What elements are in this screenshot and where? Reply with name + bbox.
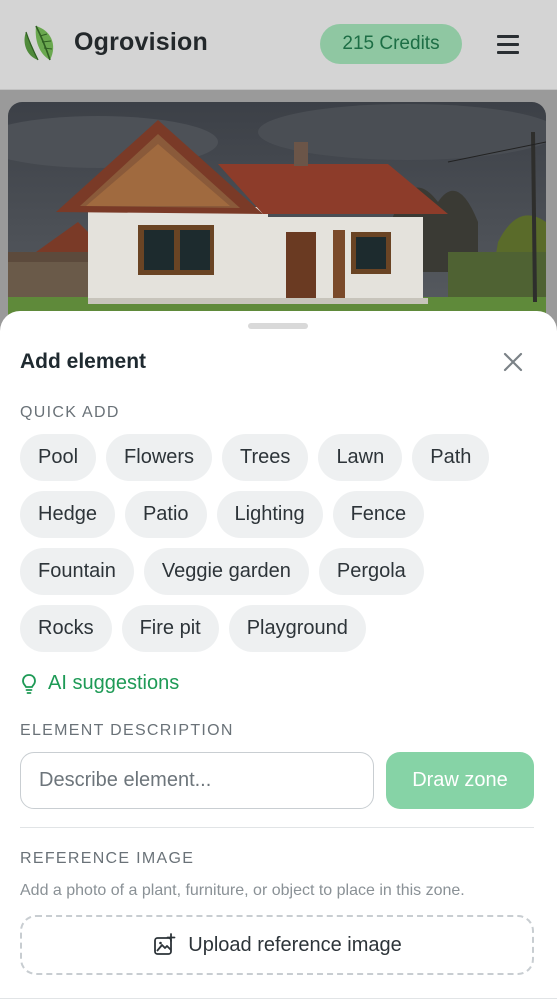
- credits-badge[interactable]: 215 Credits: [320, 24, 462, 64]
- ai-suggestions-label: AI suggestions: [48, 672, 180, 694]
- draw-zone-button[interactable]: Draw zone: [386, 752, 534, 809]
- chip-patio[interactable]: Patio: [124, 491, 207, 538]
- chip-pergola[interactable]: Pergola: [318, 548, 424, 595]
- sheet-bottom-divider: [0, 998, 557, 999]
- upload-reference-image-label: Upload reference image: [188, 933, 402, 956]
- quick-add-label: QUICK ADD: [20, 404, 120, 421]
- chip-veggie-garden[interactable]: Veggie garden: [143, 548, 309, 595]
- chip-rocks[interactable]: Rocks: [20, 605, 112, 652]
- chip-fountain[interactable]: Fountain: [20, 548, 134, 595]
- close-icon[interactable]: [500, 349, 526, 375]
- chip-pool[interactable]: Pool: [20, 434, 97, 481]
- chip-path[interactable]: Path: [412, 434, 490, 481]
- chip-lawn[interactable]: Lawn: [318, 434, 403, 481]
- ai-suggestions-link[interactable]: AI suggestions: [20, 672, 179, 695]
- add-image-icon: [154, 933, 176, 955]
- chip-fire-pit[interactable]: Fire pit: [121, 605, 219, 652]
- chip-flowers[interactable]: Flowers: [106, 434, 213, 481]
- element-description-input[interactable]: [20, 752, 374, 809]
- app-header: Ogrovision 215 Credits: [0, 0, 557, 90]
- house-photo: [8, 102, 546, 342]
- hamburger-menu-icon[interactable]: [494, 30, 522, 58]
- sheet-drag-handle[interactable]: [248, 323, 308, 329]
- quick-add-chips: Pool Flowers Trees Lawn Path Hedge Patio…: [20, 434, 540, 662]
- add-element-sheet: Add element QUICK ADD Pool Flowers Trees…: [0, 311, 557, 1001]
- upload-reference-image-button[interactable]: Upload reference image: [20, 915, 534, 975]
- chip-hedge[interactable]: Hedge: [20, 491, 115, 538]
- app-name: Ogrovision: [74, 28, 208, 56]
- leaf-logo-icon[interactable]: [20, 22, 60, 64]
- chip-trees[interactable]: Trees: [222, 434, 309, 481]
- sheet-title: Add element: [20, 350, 147, 373]
- reference-image-hint: Add a photo of a plant, furniture, or ob…: [20, 882, 465, 899]
- chip-lighting[interactable]: Lighting: [216, 491, 323, 538]
- chip-fence[interactable]: Fence: [332, 491, 425, 538]
- lightbulb-icon: [22, 673, 36, 694]
- element-description-label: ELEMENT DESCRIPTION: [20, 722, 234, 739]
- reference-image-label: REFERENCE IMAGE: [20, 850, 195, 867]
- section-divider: [20, 827, 534, 828]
- chip-playground[interactable]: Playground: [228, 605, 366, 652]
